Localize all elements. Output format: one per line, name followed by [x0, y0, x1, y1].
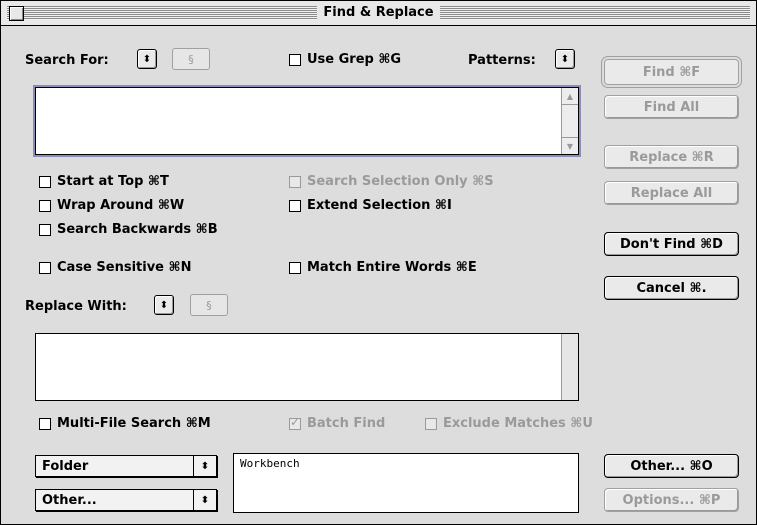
checkbox-icon: [289, 199, 301, 212]
find-button[interactable]: Find ⌘F: [604, 59, 739, 85]
title-bar[interactable]: Find & Replace: [1, 1, 756, 26]
file-source-list[interactable]: Workbench: [233, 453, 579, 513]
replace-with-label: Replace With:: [25, 299, 127, 314]
search-selection-only-checkbox[interactable]: Search Selection Only ⌘S: [289, 174, 494, 189]
find-replace-window: Find & Replace Search For: ⬍ § Use Grep …: [0, 0, 757, 525]
checkbox-icon: [289, 175, 301, 188]
replace-button[interactable]: Replace ⌘R: [604, 145, 739, 169]
checkbox-icon: [39, 261, 51, 274]
scroll-up-icon[interactable]: ▲: [562, 88, 578, 105]
find-all-button[interactable]: Find All: [604, 95, 739, 119]
replace-scrollbar[interactable]: [561, 334, 578, 400]
replace-history-popup[interactable]: ⬍: [154, 295, 174, 315]
wrap-around-checkbox[interactable]: Wrap Around ⌘W: [39, 198, 184, 213]
replace-text-area[interactable]: [35, 333, 579, 401]
batch-find-checkbox[interactable]: Batch Find: [289, 415, 385, 431]
window-title: Find & Replace: [1, 1, 756, 25]
use-grep-checkbox[interactable]: Use Grep ⌘G: [289, 52, 401, 67]
search-for-label: Search For:: [25, 53, 109, 68]
patterns-popup[interactable]: ⬍: [555, 49, 575, 69]
popup-arrows-icon: ⬍: [159, 299, 169, 311]
search-text-area[interactable]: ▲ ▼: [35, 87, 579, 155]
checkbox-icon: [425, 417, 437, 430]
extend-selection-checkbox[interactable]: Extend Selection ⌘I: [289, 198, 452, 213]
search-insert-special-button[interactable]: §: [172, 48, 210, 70]
checkbox-icon: [39, 199, 51, 212]
options-button[interactable]: Options... ⌘P: [604, 488, 739, 512]
match-entire-words-checkbox[interactable]: Match Entire Words ⌘E: [289, 260, 477, 275]
cancel-button[interactable]: Cancel ⌘.: [604, 276, 739, 300]
popup-arrows-icon: ⬍: [193, 456, 216, 476]
search-scrollbar[interactable]: ▲ ▼: [561, 88, 578, 154]
case-sensitive-checkbox[interactable]: Case Sensitive ⌘N: [39, 260, 191, 275]
other-popup[interactable]: Other... ⬍: [35, 489, 217, 511]
replace-insert-special-button[interactable]: §: [190, 294, 228, 316]
popup-arrows-icon: ⬍: [560, 53, 570, 65]
start-at-top-checkbox[interactable]: Start at Top ⌘T: [39, 174, 169, 189]
multi-file-search-checkbox[interactable]: Multi-File Search ⌘M: [39, 416, 211, 431]
popup-arrows-icon: ⬍: [193, 490, 216, 510]
checkbox-icon: [289, 53, 301, 66]
list-item[interactable]: Workbench: [240, 457, 572, 470]
checkbox-checked-icon: [289, 415, 301, 430]
scroll-down-icon[interactable]: ▼: [562, 137, 578, 154]
checkbox-icon: [289, 261, 301, 274]
folder-popup[interactable]: Folder ⬍: [35, 455, 217, 477]
search-backwards-checkbox[interactable]: Search Backwards ⌘B: [39, 222, 218, 237]
popup-arrows-icon: ⬍: [142, 53, 152, 65]
patterns-label: Patterns:: [468, 53, 536, 68]
checkbox-icon: [39, 223, 51, 236]
search-history-popup[interactable]: ⬍: [137, 49, 157, 69]
replace-all-button[interactable]: Replace All: [604, 181, 739, 205]
dont-find-button[interactable]: Don't Find ⌘D: [604, 232, 739, 256]
other-button[interactable]: Other... ⌘O: [604, 454, 739, 478]
checkbox-icon: [39, 175, 51, 188]
checkbox-icon: [39, 417, 51, 430]
exclude-matches-checkbox[interactable]: Exclude Matches ⌘U: [425, 416, 593, 431]
